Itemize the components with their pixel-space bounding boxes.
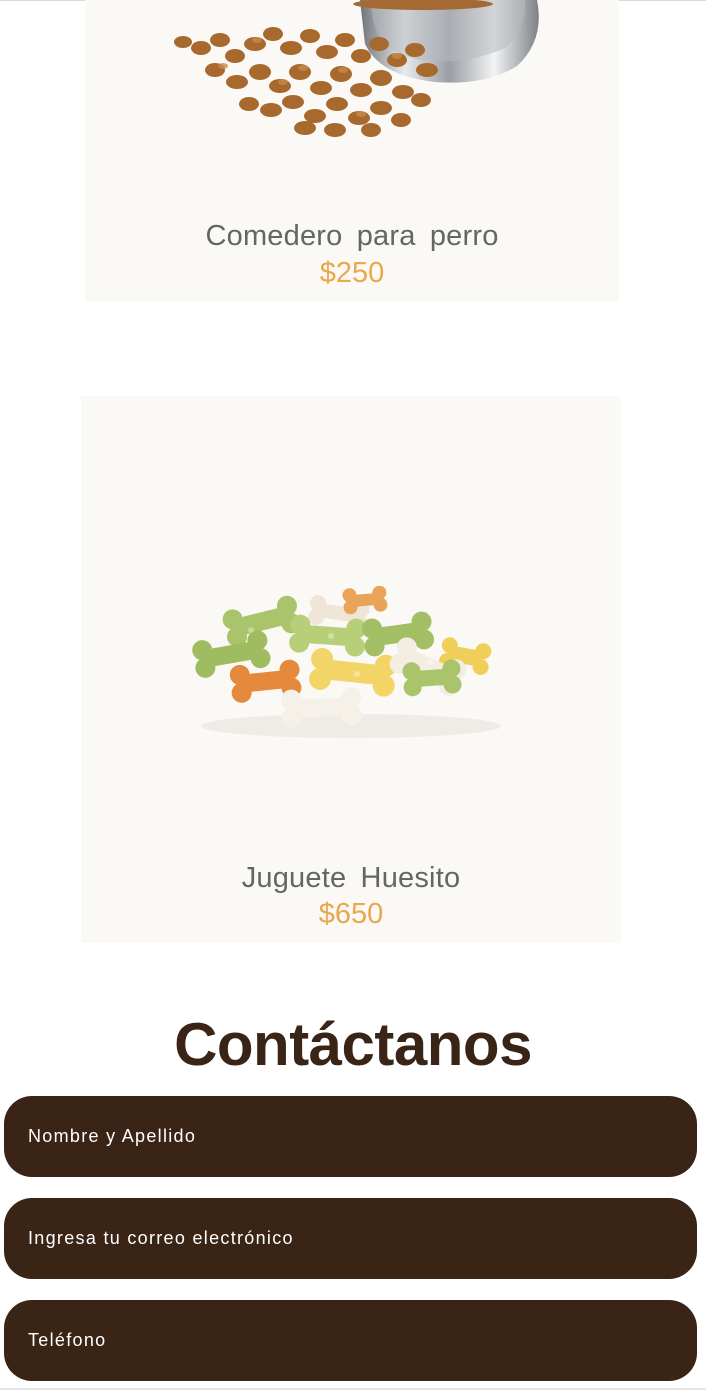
dog-food-bowl-image: [174, 0, 539, 137]
product-name: Juguete Huesito: [241, 862, 461, 894]
product-card[interactable]: Juguete Huesito $650: [81, 396, 621, 943]
email-field[interactable]: [4, 1198, 697, 1279]
bone-biscuits-image: [192, 586, 501, 738]
product-price: $250: [319, 257, 385, 289]
product-price: $650: [318, 898, 384, 930]
name-field[interactable]: [4, 1096, 697, 1177]
product-card[interactable]: Comedero para perro $250: [85, 0, 619, 302]
product-name: Comedero para perro: [205, 220, 499, 252]
contact-title: Contáctanos: [174, 1011, 532, 1078]
phone-field[interactable]: [4, 1300, 697, 1381]
